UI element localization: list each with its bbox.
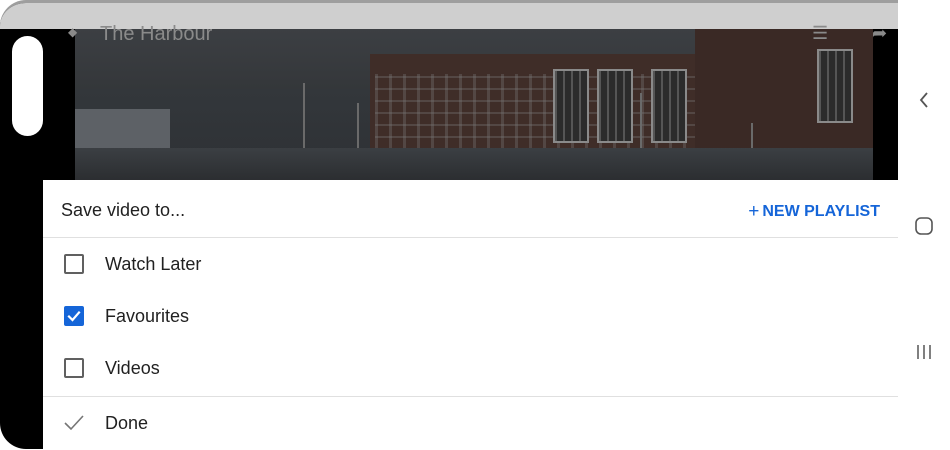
- video-menu-icon[interactable]: ◆: [68, 25, 78, 39]
- back-button[interactable]: [898, 86, 950, 114]
- device-screen: ◆ The Harbour ☰ ➦ Save video to... + NEW …: [0, 0, 950, 450]
- video-player[interactable]: [75, 29, 873, 183]
- done-check-icon: [64, 415, 84, 431]
- recents-icon: [917, 345, 931, 359]
- watch-later-checkbox[interactable]: [64, 254, 84, 274]
- playlist-label: Videos: [105, 358, 160, 378]
- add-to-queue-icon[interactable]: ☰: [812, 23, 828, 44]
- video-title: The Harbour: [100, 23, 213, 45]
- side-handle[interactable]: [12, 36, 43, 136]
- plus-icon: +: [748, 201, 760, 222]
- share-icon[interactable]: ➦: [872, 23, 887, 44]
- home-icon: [915, 217, 933, 235]
- playlist-item-videos[interactable]: Videos: [43, 342, 898, 394]
- done-label: Done: [105, 413, 149, 433]
- new-playlist-label: NEW PLAYLIST: [762, 203, 880, 220]
- playlist-label: Favourites: [105, 306, 190, 326]
- navigation-bar: [898, 0, 950, 450]
- videos-checkbox[interactable]: [64, 358, 84, 378]
- new-playlist-button[interactable]: + NEW PLAYLIST: [748, 200, 880, 222]
- sheet-header: Save video to... + NEW PLAYLIST: [43, 180, 898, 238]
- back-chevron-icon: [919, 92, 928, 108]
- recents-button[interactable]: [898, 338, 950, 366]
- done-button[interactable]: Done: [43, 396, 898, 449]
- sheet-title: Save video to...: [61, 200, 186, 220]
- playlist-item-favourites[interactable]: Favourites: [43, 290, 898, 342]
- playlist-label: Watch Later: [105, 254, 202, 274]
- favourites-checkbox[interactable]: [64, 306, 84, 326]
- checkmark-icon: [67, 310, 81, 322]
- playlist-item-watch-later[interactable]: Watch Later: [43, 238, 898, 290]
- save-to-playlist-sheet: Save video to... + NEW PLAYLIST Watch Lat…: [43, 180, 898, 450]
- home-button[interactable]: [898, 212, 950, 240]
